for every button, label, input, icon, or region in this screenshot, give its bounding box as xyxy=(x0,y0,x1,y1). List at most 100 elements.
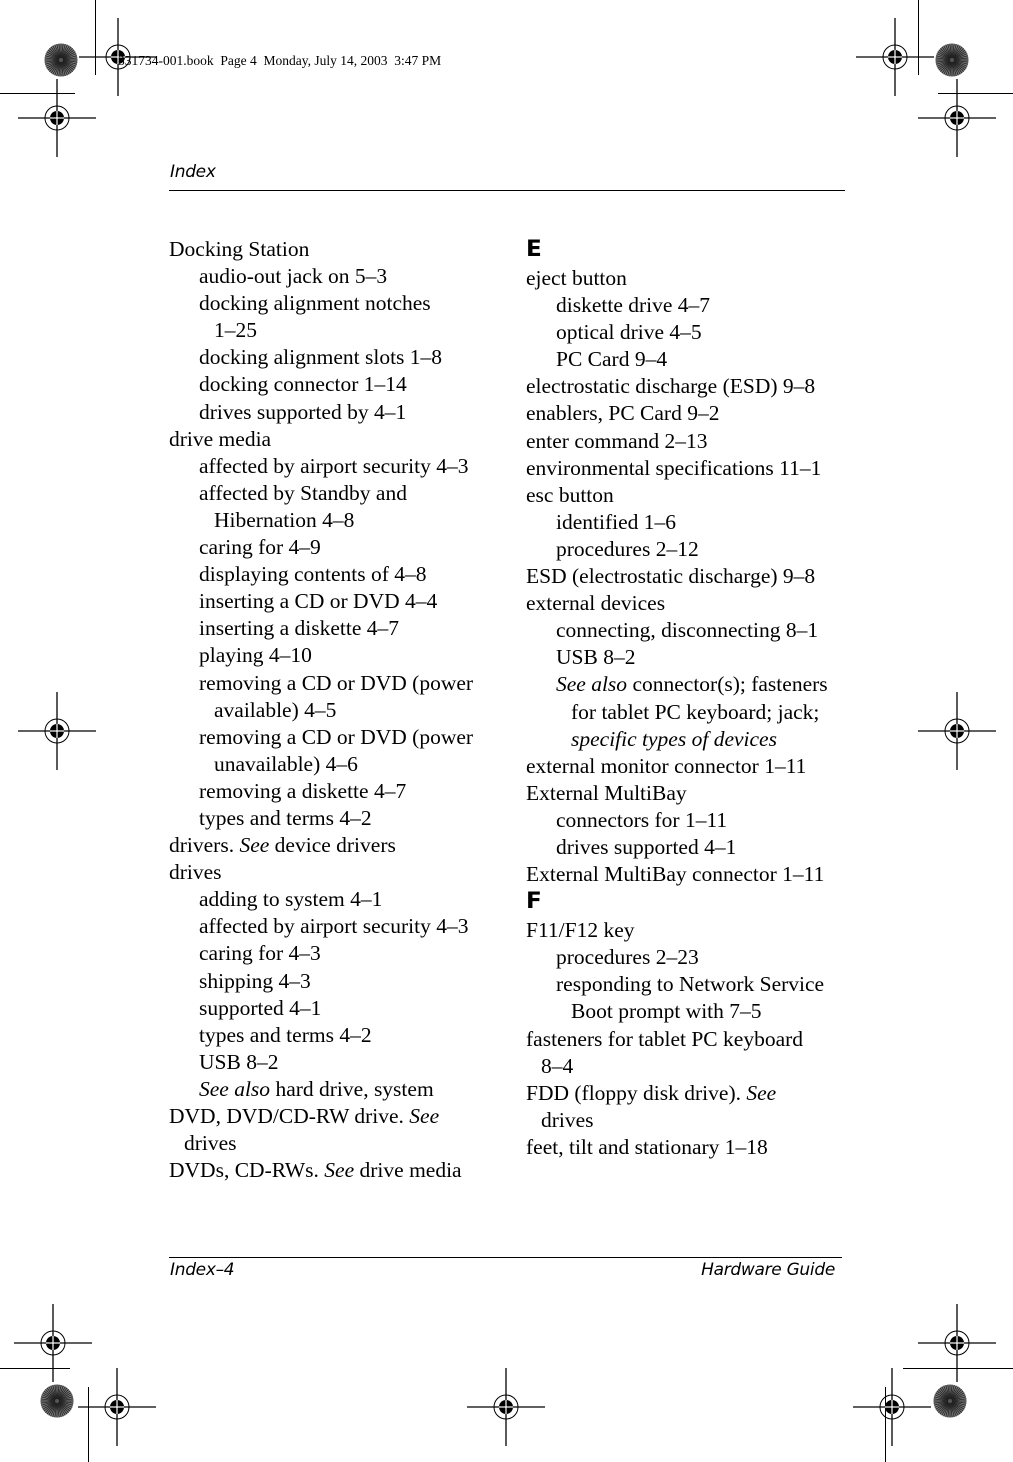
index-main-entry: drives xyxy=(169,860,222,885)
index-subentry-continuation: unavailable) 4–6 xyxy=(214,751,358,776)
running-head: Index xyxy=(170,162,216,182)
cross-reference-target: device drivers xyxy=(269,833,396,858)
registration-crosshair-icon xyxy=(853,1368,931,1446)
registration-crosshair-icon xyxy=(18,79,96,157)
cross-reference-label: specific types of devices xyxy=(571,726,777,751)
index-subentry: removing a CD or DVD (power xyxy=(199,670,474,695)
registration-crosshair-icon xyxy=(918,79,996,157)
index-subentry: PC Card 9–4 xyxy=(556,347,668,372)
index-main-entry: environmental specifications 11–1 xyxy=(526,455,822,480)
index-main-entry-continuation: 8–4 xyxy=(541,1053,574,1078)
index-subentry: docking connector 1–14 xyxy=(199,372,407,397)
footer-page-label: Index–4 xyxy=(170,1260,235,1280)
index-subentry: adding to system 4–1 xyxy=(199,887,383,912)
cross-reference-target: drive media xyxy=(354,1158,462,1183)
cross-reference-label: See xyxy=(746,1080,777,1105)
index-column-left: Docking Station audio-out jack on 5–3 dock… xyxy=(169,236,499,1184)
star-target-icon xyxy=(40,1384,74,1418)
entry-text: DVD, DVD/CD-RW drive. xyxy=(169,1104,410,1128)
index-subentry: shipping 4–3 xyxy=(199,968,311,993)
cross-reference-label: See xyxy=(324,1158,355,1183)
index-subentry: USB 8–2 xyxy=(199,1049,279,1074)
index-subentry: connecting, disconnecting 8–1 xyxy=(556,618,819,643)
index-subentry: playing 4–10 xyxy=(199,643,312,668)
index-subentry: inserting a diskette 4–7 xyxy=(199,616,400,641)
registration-crosshair-icon xyxy=(467,1368,545,1446)
index-subentry-continuation: Boot prompt with 7–5 xyxy=(571,999,762,1024)
index-subentry: optical drive 4–5 xyxy=(556,320,702,345)
index-subentry-continuation: Hibernation 4–8 xyxy=(214,507,355,532)
registration-crosshair-icon xyxy=(78,1368,156,1446)
star-target-icon xyxy=(935,43,969,77)
index-main-entry: DVDs, CD-RWs. See drive media xyxy=(169,1157,499,1184)
index-main-entry: external devices xyxy=(526,591,666,616)
cross-reference-target: connector(s); fasteners xyxy=(627,672,828,697)
index-subentry: caring for 4–9 xyxy=(199,535,321,560)
index-main-entry: External MultiBay connector 1–11 xyxy=(526,862,825,887)
index-subentry-continuation: specific types of devices xyxy=(526,726,856,753)
index-main-entry: fasteners for tablet PC keyboard xyxy=(526,1026,804,1051)
index-subentry: types and terms 4–2 xyxy=(199,1022,372,1047)
print-slug: 331734-001.book Page 4 Monday, July 14, … xyxy=(118,53,442,68)
index-subentry: removing a diskette 4–7 xyxy=(199,778,407,803)
index-subentry: diskette drive 4–7 xyxy=(556,293,711,318)
index-main-entry: drive media xyxy=(169,426,272,451)
index-subentry: procedures 2–12 xyxy=(556,536,699,561)
registration-crosshair-icon xyxy=(918,692,996,770)
index-subentry: caring for 4–3 xyxy=(199,941,321,966)
section-letter-heading: F xyxy=(526,889,542,915)
index-subentry-continuation: available) 4–5 xyxy=(214,697,337,722)
index-subentry-continuation: 1–25 xyxy=(214,318,257,343)
entry-text: drivers. xyxy=(169,833,240,858)
index-main-entry-continuation: drives xyxy=(184,1131,237,1156)
index-main-entry: External MultiBay xyxy=(526,780,687,805)
index-main-entry: external monitor connector 1–11 xyxy=(526,753,807,778)
entry-text: FDD (floppy disk drive). xyxy=(526,1080,747,1105)
index-main-entry: enablers, PC Card 9–2 xyxy=(526,401,720,426)
index-subentry: USB 8–2 xyxy=(556,645,636,670)
index-subentry: audio-out jack on 5–3 xyxy=(199,264,388,289)
index-subentry: supported 4–1 xyxy=(199,995,322,1020)
index-subentry: See also hard drive, system xyxy=(169,1076,499,1103)
cross-reference-label: See xyxy=(239,833,270,858)
index-subentry: displaying contents of 4–8 xyxy=(199,562,427,587)
index-subentry: connectors for 1–11 xyxy=(556,807,728,832)
index-main-entry: FDD (floppy disk drive). See xyxy=(526,1080,856,1107)
index-subentry: responding to Network Service xyxy=(556,972,825,997)
index-main-entry: DVD, DVD/CD-RW drive. See xyxy=(169,1103,499,1130)
index-subentry: drives supported 4–1 xyxy=(556,834,737,859)
index-subentry-continuation: for tablet PC keyboard; jack; xyxy=(571,699,820,724)
index-main-entry: ESD (electrostatic discharge) 9–8 xyxy=(526,564,816,589)
index-main-entry: enter command 2–13 xyxy=(526,428,708,453)
registration-crosshair-icon xyxy=(18,692,96,770)
section-letter-heading: E xyxy=(526,237,542,262)
star-target-icon xyxy=(44,43,78,77)
index-subentry: types and terms 4–2 xyxy=(199,805,372,830)
index-main-entry: eject button xyxy=(526,266,627,290)
index-subentry: affected by airport security 4–3 xyxy=(199,914,469,939)
index-subentry: affected by Standby and xyxy=(199,480,407,505)
index-subentry: drives supported by 4–1 xyxy=(199,399,407,424)
index-column-right: Eeject button diskette drive 4–7 optical d… xyxy=(526,236,856,1161)
index-subentry: identified 1–6 xyxy=(556,509,677,534)
index-subentry: removing a CD or DVD (power xyxy=(199,724,474,749)
cross-reference-label: See xyxy=(409,1104,440,1128)
index-subentry: docking alignment notches xyxy=(199,291,431,316)
index-main-entry: F11/F12 key xyxy=(526,918,635,943)
entry-text: DVDs, CD-RWs. xyxy=(169,1158,325,1183)
index-subentry: docking alignment slots 1–8 xyxy=(199,345,443,370)
index-main-entry: feet, tilt and stationary 1–18 xyxy=(526,1134,768,1159)
index-main-entry: drivers. See device drivers xyxy=(169,832,499,859)
index-subentry: affected by airport security 4–3 xyxy=(199,453,469,478)
index-subentry: inserting a CD or DVD 4–4 xyxy=(199,589,438,614)
index-main-entry: electrostatic discharge (ESD) 9–8 xyxy=(526,374,816,399)
index-subentry: See also connector(s); fasteners xyxy=(526,671,856,698)
footer-rule xyxy=(169,1257,842,1258)
star-target-icon xyxy=(933,1384,967,1418)
cross-reference-label: See also xyxy=(199,1076,271,1101)
index-subentry: procedures 2–23 xyxy=(556,945,699,970)
index-main-entry: esc button xyxy=(526,482,614,507)
header-rule xyxy=(169,190,845,191)
cross-reference-target: hard drive, system xyxy=(270,1076,434,1101)
footer-book-title: Hardware Guide xyxy=(701,1260,835,1280)
